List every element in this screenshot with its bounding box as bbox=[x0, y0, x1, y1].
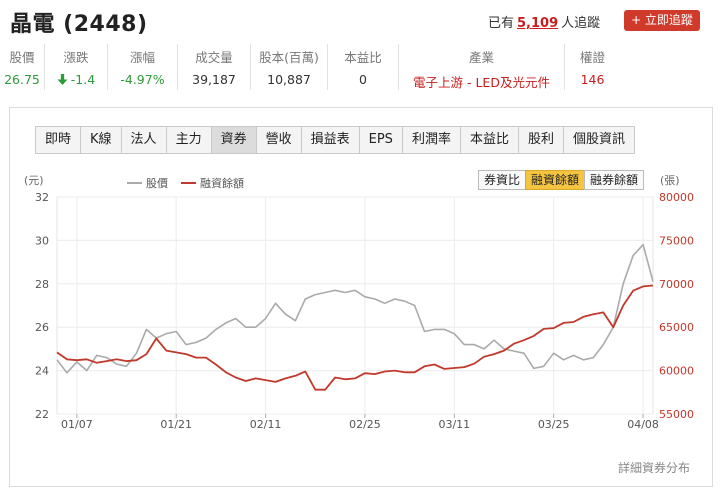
stat-capital: 股本(百萬) 10,887 bbox=[251, 44, 328, 90]
tab-revenue[interactable]: 營收 bbox=[255, 126, 302, 154]
stat-label: 漲跌 bbox=[63, 50, 89, 65]
stat-label: 股本(百萬) bbox=[259, 50, 319, 65]
tab-margin[interactable]: 資券 bbox=[210, 126, 257, 154]
followers-suffix: 人追蹤 bbox=[561, 16, 601, 31]
sub-tab-bar: 券資比 融資餘額 融券餘額 bbox=[478, 170, 645, 190]
stat-price: 股價 26.75 bbox=[0, 44, 45, 90]
stat-label: 成交量 bbox=[195, 50, 233, 65]
stat-label: 股價 bbox=[9, 50, 35, 65]
stat-value: 0 bbox=[359, 72, 367, 87]
stat-value-wrap: -1.4 bbox=[45, 72, 107, 87]
tab-kline[interactable]: K線 bbox=[80, 126, 122, 154]
followers-prefix: 已有 bbox=[488, 16, 515, 31]
followers-count[interactable]: 5,109 bbox=[517, 16, 558, 31]
stat-value: 26.75 bbox=[4, 72, 40, 87]
stat-change: 漲跌 -1.4 bbox=[45, 44, 108, 90]
stat-label: 漲幅 bbox=[129, 50, 155, 65]
stat-value: 39,187 bbox=[192, 72, 236, 87]
stock-header: 晶電 (2448) 已有 5,109 人追蹤 + 立即追蹤 bbox=[0, 0, 720, 40]
stat-volume: 成交量 39,187 bbox=[178, 44, 251, 90]
warrant-link[interactable]: 146 bbox=[565, 72, 620, 87]
subtab-short-margin-ratio[interactable]: 券資比 bbox=[478, 170, 527, 190]
stock-title: 晶電 (2448) bbox=[10, 12, 148, 37]
tab-bar: 即時 K線 法人 主力 資券 營收 損益表 EPS 利潤率 本益比 股利 個股資… bbox=[35, 126, 635, 154]
follow-button[interactable]: + 立即追蹤 bbox=[624, 10, 700, 31]
stat-value: -1.4 bbox=[70, 72, 96, 87]
tab-realtime[interactable]: 即時 bbox=[35, 126, 82, 154]
stat-warrant: 權證 146 bbox=[565, 44, 620, 90]
tab-profit-margin[interactable]: 利潤率 bbox=[401, 126, 461, 154]
followers-info: 已有 5,109 人追蹤 bbox=[488, 12, 600, 31]
stat-label: 產業 bbox=[468, 50, 494, 65]
tab-pe-ratio[interactable]: 本益比 bbox=[459, 126, 519, 154]
stat-label: 本益比 bbox=[344, 50, 382, 65]
subtab-short-balance[interactable]: 融券餘額 bbox=[584, 170, 645, 190]
stat-pe: 本益比 0 bbox=[328, 44, 399, 90]
tab-main-force[interactable]: 主力 bbox=[165, 126, 212, 154]
tab-eps[interactable]: EPS bbox=[358, 126, 403, 154]
margin-detail-link[interactable]: 詳細資券分布 bbox=[618, 459, 690, 476]
stat-label: 權證 bbox=[579, 50, 605, 65]
tab-institutional[interactable]: 法人 bbox=[120, 126, 167, 154]
stat-value: 10,887 bbox=[267, 72, 311, 87]
arrow-down-icon bbox=[57, 74, 68, 85]
stat-value: -4.97% bbox=[120, 72, 165, 87]
chart-panel bbox=[9, 107, 713, 487]
stat-change-pct: 漲幅 -4.97% bbox=[108, 44, 178, 90]
tab-income-statement[interactable]: 損益表 bbox=[300, 126, 360, 154]
stat-industry: 產業 電子上游 - LED及光元件 bbox=[399, 44, 565, 90]
tab-dividend[interactable]: 股利 bbox=[517, 126, 564, 154]
subtab-margin-balance[interactable]: 融資餘額 bbox=[525, 170, 586, 190]
tab-stock-info[interactable]: 個股資訊 bbox=[562, 126, 635, 154]
industry-link[interactable]: 電子上游 - LED及光元件 bbox=[399, 72, 564, 91]
stats-bar: 股價 26.75 漲跌 -1.4 漲幅 -4.97% 成交量 39,187 股本… bbox=[0, 44, 720, 90]
